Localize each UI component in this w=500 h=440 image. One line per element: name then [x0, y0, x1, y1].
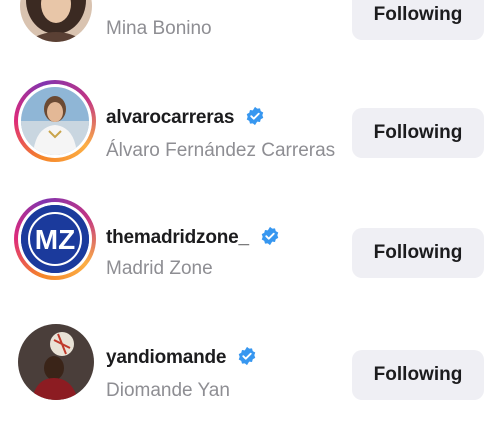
full-name: Álvaro Fernández Carreras [106, 140, 336, 161]
avatar-photo [21, 87, 89, 155]
verified-badge-icon [261, 226, 279, 246]
avatar-story-ring[interactable]: MZ [14, 198, 96, 280]
full-name: Madrid Zone [106, 258, 213, 279]
svg-text:MZ: MZ [35, 224, 75, 255]
full-name: Mina Bonino [106, 18, 212, 39]
full-name: Diomande Yan [106, 380, 230, 401]
list-item[interactable]: alvarocarreras Álvaro Fernández Carreras… [0, 80, 500, 190]
list-item[interactable]: MZ themadridzone_ Madrid Zone Following [0, 198, 500, 308]
avatar-photo [20, 0, 92, 42]
following-button[interactable]: Following [352, 350, 484, 400]
avatar: MZ [21, 205, 89, 273]
verified-badge-icon [239, 346, 256, 366]
username[interactable]: themadridzone_ [106, 226, 280, 249]
avatar[interactable] [18, 324, 94, 400]
list-item[interactable]: minabonino Mina Bonino Following [0, 0, 500, 70]
username[interactable]: yandiomande [106, 346, 257, 369]
madrid-zone-logo-icon: MZ [21, 205, 89, 273]
avatar-photo [18, 324, 94, 400]
following-list: minabonino Mina Bonino Following [0, 0, 500, 440]
following-button[interactable]: Following [352, 0, 484, 40]
avatar-story-ring[interactable] [14, 80, 96, 162]
avatar [21, 87, 89, 155]
avatar[interactable] [20, 0, 92, 42]
verified-badge-icon [247, 106, 264, 126]
username[interactable]: alvarocarreras [106, 106, 265, 129]
following-button[interactable]: Following [352, 108, 484, 158]
following-button[interactable]: Following [352, 228, 484, 278]
list-item[interactable]: yandiomande Diomande Yan Following [0, 318, 500, 428]
